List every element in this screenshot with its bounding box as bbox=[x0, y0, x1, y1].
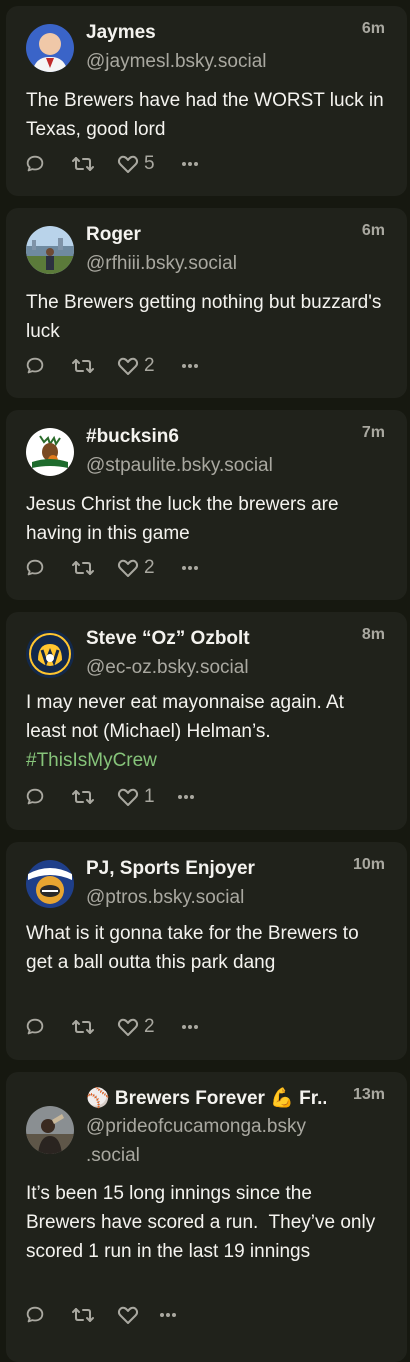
author-name[interactable]: Roger bbox=[86, 223, 346, 247]
repost-icon bbox=[72, 359, 94, 373]
repost-button[interactable] bbox=[70, 785, 96, 809]
repost-button[interactable] bbox=[70, 1303, 96, 1327]
post-text: It’s been 15 long innings since the Brew… bbox=[26, 1183, 381, 1262]
like-button[interactable]: 2 bbox=[116, 354, 155, 378]
more-options-button[interactable] bbox=[176, 785, 196, 809]
author-name[interactable]: Jaymes bbox=[86, 21, 346, 45]
post-text: Jesus Christ the luck the brewers are ha… bbox=[26, 494, 344, 544]
avatar-jaymes-icon[interactable] bbox=[26, 24, 74, 72]
reply-button[interactable] bbox=[24, 354, 46, 378]
more-options-button[interactable] bbox=[180, 556, 200, 580]
post-card[interactable]: Jaymes @jaymesl.bsky.social 6m The Brewe… bbox=[6, 6, 407, 196]
like-icon bbox=[117, 788, 139, 806]
avatar-forward-badger-icon[interactable] bbox=[26, 860, 74, 908]
reply-icon bbox=[26, 559, 44, 576]
like-icon bbox=[117, 1018, 139, 1036]
post-timestamp[interactable]: 6m bbox=[362, 222, 385, 240]
repost-button[interactable] bbox=[70, 556, 96, 580]
author-name[interactable]: ⚾ Brewers Forever 💪 Fr... bbox=[86, 1087, 326, 1111]
repost-button[interactable] bbox=[70, 354, 96, 378]
author-name[interactable]: Steve “Oz” Ozbolt bbox=[86, 627, 346, 651]
post-actions: 2 bbox=[24, 556, 404, 580]
like-icon bbox=[117, 357, 139, 375]
more-icon bbox=[182, 566, 198, 570]
like-button[interactable] bbox=[116, 1303, 144, 1327]
post-text: The Brewers have had the WORST luck in T… bbox=[26, 90, 389, 140]
more-options-button[interactable] bbox=[158, 1303, 178, 1327]
author-handle[interactable]: @jaymesl.bsky.social bbox=[86, 49, 266, 75]
more-options-button[interactable] bbox=[180, 1015, 200, 1039]
avatar-milwaukee-bucks-icon[interactable] bbox=[26, 428, 74, 476]
like-icon bbox=[117, 155, 139, 173]
post-timestamp[interactable]: 13m bbox=[353, 1086, 385, 1104]
reply-button[interactable] bbox=[24, 556, 46, 580]
repost-icon bbox=[72, 1020, 94, 1034]
like-count: 5 bbox=[144, 153, 155, 174]
post-card[interactable]: #bucksin6 @stpaulite.bsky.social 7m Jesu… bbox=[6, 410, 407, 600]
reply-button[interactable] bbox=[24, 1303, 46, 1327]
post-actions: 2 bbox=[24, 354, 404, 378]
post-card[interactable]: Roger @rfhiii.bsky.social 6m The Brewers… bbox=[6, 208, 407, 398]
post-card[interactable]: PJ, Sports Enjoyer @ptros.bsky.social 10… bbox=[6, 842, 407, 1060]
reply-icon bbox=[26, 155, 44, 172]
repost-button[interactable] bbox=[70, 1015, 96, 1039]
author-handle[interactable]: @ptros.bsky.social bbox=[86, 885, 244, 911]
post-actions: 2 bbox=[24, 1015, 404, 1039]
avatar-brewers-glove-logo-icon[interactable] bbox=[26, 630, 74, 678]
avatar-roger-icon[interactable] bbox=[26, 226, 74, 274]
more-icon bbox=[178, 795, 194, 799]
like-button[interactable]: 2 bbox=[116, 556, 155, 580]
like-count: 2 bbox=[144, 355, 155, 376]
like-icon bbox=[117, 559, 139, 577]
post-actions: 5 bbox=[24, 152, 404, 176]
reply-icon bbox=[26, 1018, 44, 1035]
repost-icon bbox=[72, 561, 94, 575]
author-handle[interactable]: @prideofcucamonga.bsky .social bbox=[86, 1112, 356, 1170]
reply-icon bbox=[26, 357, 44, 374]
post-feed: Jaymes @jaymesl.bsky.social 6m The Brewe… bbox=[0, 0, 410, 1362]
more-icon bbox=[182, 364, 198, 368]
author-name[interactable]: #bucksin6 bbox=[86, 425, 346, 449]
repost-button[interactable] bbox=[70, 152, 96, 176]
author-handle[interactable]: @stpaulite.bsky.social bbox=[86, 453, 273, 479]
post-timestamp[interactable]: 7m bbox=[362, 424, 385, 442]
post-card[interactable]: ⚾ Brewers Forever 💪 Fr... @prideofcucamo… bbox=[6, 1072, 407, 1362]
author-handle[interactable]: @rfhiii.bsky.social bbox=[86, 251, 237, 277]
post-timestamp[interactable]: 6m bbox=[362, 20, 385, 38]
more-options-button[interactable] bbox=[180, 354, 200, 378]
post-timestamp[interactable]: 10m bbox=[353, 856, 385, 874]
reply-button[interactable] bbox=[24, 152, 46, 176]
reply-button[interactable] bbox=[24, 785, 46, 809]
like-button[interactable]: 1 bbox=[116, 785, 155, 809]
post-text: I may never eat mayonnaise again. At lea… bbox=[26, 688, 386, 775]
reply-icon bbox=[26, 1306, 44, 1323]
post-timestamp[interactable]: 8m bbox=[362, 626, 385, 644]
more-icon bbox=[182, 1025, 198, 1029]
post-text: What is it gonna take for the Brewers to… bbox=[26, 923, 364, 973]
more-icon bbox=[182, 162, 198, 166]
like-button[interactable]: 5 bbox=[116, 152, 155, 176]
post-actions: 1 bbox=[24, 785, 404, 809]
hashtag-link[interactable]: #ThisIsMyCrew bbox=[26, 750, 157, 771]
repost-icon bbox=[72, 157, 94, 171]
reply-icon bbox=[26, 788, 44, 805]
post-text: The Brewers getting nothing but buzzard'… bbox=[26, 292, 387, 342]
like-count: 2 bbox=[144, 1016, 155, 1037]
reply-button[interactable] bbox=[24, 1015, 46, 1039]
author-name[interactable]: PJ, Sports Enjoyer bbox=[86, 857, 346, 881]
more-options-button[interactable] bbox=[180, 152, 200, 176]
like-count: 1 bbox=[144, 786, 155, 807]
more-icon bbox=[160, 1313, 176, 1317]
repost-icon bbox=[72, 790, 94, 804]
like-count: 2 bbox=[144, 557, 155, 578]
repost-icon bbox=[72, 1308, 94, 1322]
like-button[interactable]: 2 bbox=[116, 1015, 155, 1039]
post-actions bbox=[24, 1303, 404, 1327]
author-handle[interactable]: @ec-oz.bsky.social bbox=[86, 655, 249, 681]
avatar-brewers-forever-icon[interactable] bbox=[26, 1106, 74, 1154]
post-card[interactable]: Steve “Oz” Ozbolt @ec-oz.bsky.social 8m … bbox=[6, 612, 407, 830]
like-icon bbox=[117, 1306, 139, 1324]
post-text-body: I may never eat mayonnaise again. At lea… bbox=[26, 692, 350, 742]
